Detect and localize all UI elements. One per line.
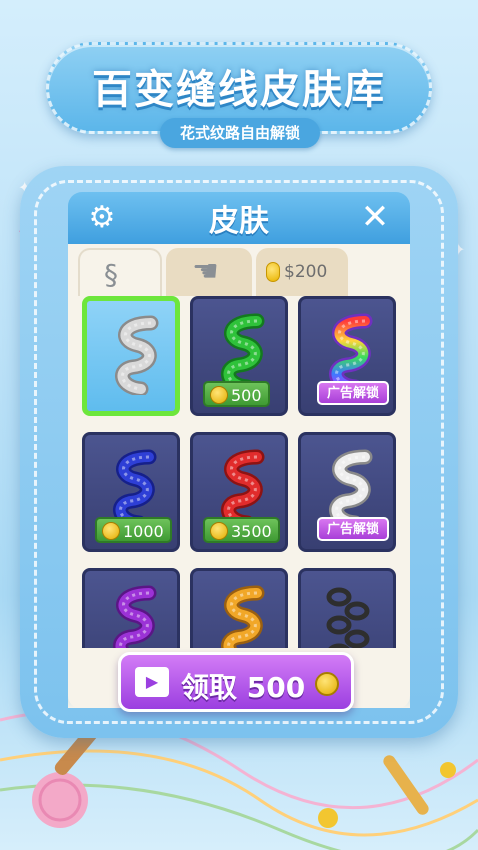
rope-icon: § [104, 258, 118, 291]
tab-price[interactable]: $200 [256, 248, 348, 296]
claim-reward-button[interactable]: ▶ 领取 500 [118, 652, 354, 712]
banner-title: 百变缝线皮肤库 [92, 67, 386, 113]
coin-icon [315, 672, 339, 696]
skin-card[interactable]: 广告解锁 [298, 432, 396, 552]
skin-card[interactable]: 1000 [82, 432, 180, 552]
skin-panel: § ☚ $200 500 广告解锁 1000 3500 广告解锁 [68, 244, 410, 708]
skin-price-label: 500 [231, 386, 262, 405]
skin-price-button[interactable]: 3500 [203, 517, 280, 543]
banner-subtitle: 花式纹路自由解锁 [160, 118, 320, 148]
ad-unlock-button[interactable]: 广告解锁 [317, 517, 390, 541]
skin-price-label: 3500 [231, 522, 272, 541]
coin-icon [102, 522, 120, 540]
skin-card[interactable] [190, 568, 288, 648]
rope-icon [115, 315, 159, 395]
skin-card[interactable] [82, 296, 180, 416]
coin-icon [210, 522, 228, 540]
hand-icon: ☚ [192, 254, 219, 289]
skin-price-button[interactable]: 1000 [95, 517, 172, 543]
coin-icon [266, 262, 280, 282]
chain-icon [326, 587, 370, 648]
skin-card[interactable]: 广告解锁 [298, 296, 396, 416]
skin-tabs: § ☚ $200 [78, 248, 402, 296]
claim-label: 领取 500 [181, 671, 306, 704]
rope-icon [113, 585, 157, 648]
skin-card[interactable] [298, 568, 396, 648]
dialog-title: 皮肤 [209, 204, 269, 239]
skin-price-label: 1000 [123, 522, 164, 541]
dialog-header: ⚙ 皮肤 ✕ [68, 192, 410, 244]
tab-rope[interactable]: § [78, 248, 162, 296]
skin-price-button[interactable]: 500 [203, 381, 270, 407]
video-ad-icon: ▶ [135, 667, 169, 697]
skin-grid: 500 广告解锁 1000 3500 广告解锁 [76, 296, 402, 648]
coin-icon [210, 386, 228, 404]
skin-card[interactable]: 500 [190, 296, 288, 416]
tab-hand[interactable]: ☚ [166, 248, 252, 296]
tab-price-label: $200 [284, 262, 328, 282]
skin-card[interactable]: 3500 [190, 432, 288, 552]
skin-card[interactable] [82, 568, 180, 648]
close-icon[interactable]: ✕ [360, 198, 390, 236]
rope-icon [221, 585, 265, 648]
ad-unlock-button[interactable]: 广告解锁 [317, 381, 390, 405]
